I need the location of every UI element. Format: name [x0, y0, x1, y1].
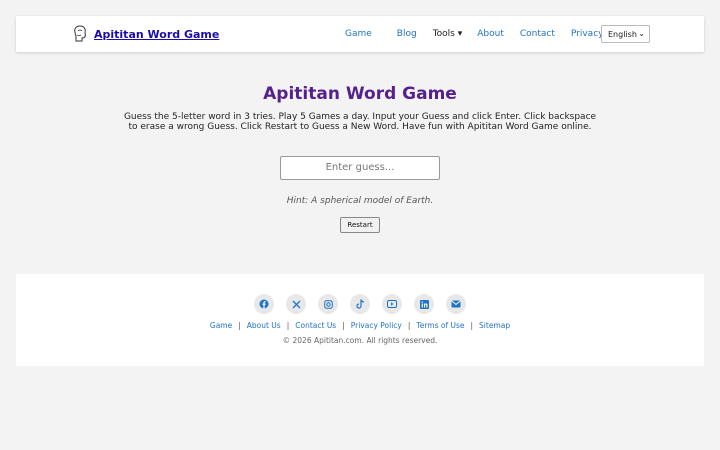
divider: |: [407, 321, 411, 330]
site-header: Apititan Word Game Game Blog Tools ▾ Abo…: [16, 16, 704, 52]
footer-links: Game | About Us | Contact Us | Privacy Policy |…: [16, 321, 704, 330]
footer-link-contact[interactable]: Contact Us: [295, 321, 336, 330]
tiktok-icon[interactable]: [350, 294, 370, 314]
nav-blog[interactable]: Blog: [397, 29, 417, 39]
nav-game[interactable]: Game: [345, 29, 372, 39]
footer-link-privacy[interactable]: Privacy Policy: [351, 321, 402, 330]
divider: |: [342, 321, 345, 330]
nav-privacy[interactable]: Privacy: [571, 29, 604, 39]
footer-link-about[interactable]: About Us: [247, 321, 281, 330]
brand-name[interactable]: Apititan Word Game: [94, 28, 219, 41]
page-title: Apititan Word Game: [263, 84, 457, 104]
footer-link-terms[interactable]: Terms of Use: [416, 321, 464, 330]
site-footer: Game | About Us | Contact Us | Privacy Policy |…: [16, 274, 704, 366]
nav-tools[interactable]: Tools ▾: [433, 29, 463, 39]
divider: |: [286, 321, 290, 330]
social-links: [16, 294, 704, 314]
facebook-icon[interactable]: [254, 294, 274, 314]
copyright: © 2026 Apititan.com. All rights reserved…: [282, 336, 438, 345]
guess-input[interactable]: Enter guess...: [280, 156, 440, 180]
footer-link-game[interactable]: Game: [210, 321, 232, 330]
chevron-down-icon: ⌄: [638, 29, 645, 38]
footer-link-sitemap[interactable]: Sitemap: [479, 321, 510, 330]
nav-about[interactable]: About: [477, 29, 504, 39]
language-select[interactable]: English ⌄: [601, 25, 650, 43]
instagram-icon[interactable]: [318, 294, 338, 314]
hint-text: Hint: A spherical model of Earth.: [286, 196, 434, 206]
nav-contact[interactable]: Contact: [520, 29, 555, 39]
brand[interactable]: Apititan Word Game: [72, 16, 219, 52]
game-description: Guess the 5-letter word in 3 tries. Play…: [123, 112, 597, 132]
divider: |: [238, 321, 241, 330]
main-nav: Game Blog Tools ▾ About Contact Privacy: [345, 16, 603, 52]
game-area: Apititan Word Game Guess the 5-letter wo…: [0, 80, 720, 233]
language-value: English: [608, 29, 637, 39]
linkedin-icon[interactable]: [414, 294, 434, 314]
email-icon[interactable]: [446, 294, 466, 314]
restart-button[interactable]: Restart: [340, 217, 380, 233]
divider: |: [470, 321, 474, 330]
x-icon[interactable]: [286, 294, 306, 314]
logo-icon: [72, 25, 88, 43]
youtube-icon[interactable]: [382, 294, 402, 314]
